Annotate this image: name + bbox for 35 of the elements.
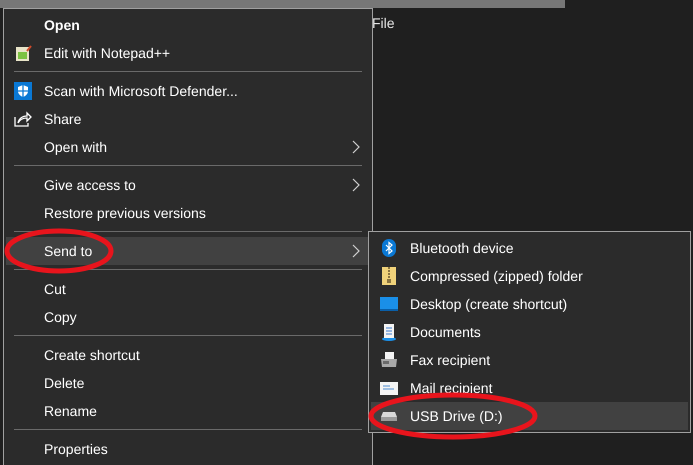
chevron-icon [352, 178, 360, 192]
shield-icon [14, 82, 32, 100]
menu-item[interactable]: Share [6, 105, 370, 133]
menu-item[interactable]: Rename [6, 397, 370, 425]
menu-item[interactable]: Open [6, 11, 370, 39]
menu-item[interactable]: Create shortcut [6, 341, 370, 369]
menu-item[interactable]: Scan with Microsoft Defender... [6, 77, 370, 105]
menu-item[interactable]: Mail recipient [371, 374, 688, 402]
zipped-folder-icon [382, 267, 396, 285]
menu-item[interactable]: Copy [6, 303, 370, 331]
share-icon [14, 111, 32, 127]
menu-item[interactable]: Compressed (zipped) folder [371, 262, 688, 290]
menu-item[interactable]: Edit with Notepad++ [6, 39, 370, 67]
menu-item[interactable]: Properties [6, 435, 370, 463]
menu-item[interactable]: Restore previous versions [6, 199, 370, 227]
menu-item[interactable]: Open with [6, 133, 370, 161]
chevron-icon [352, 244, 360, 258]
menu-item[interactable]: Bluetooth device [371, 234, 688, 262]
menu-item[interactable]: USB Drive (D:) [371, 402, 688, 430]
menu-item[interactable]: Cut [6, 275, 370, 303]
documents-icon [381, 323, 397, 341]
menu-item[interactable]: Desktop (create shortcut) [371, 290, 688, 318]
menu-item[interactable]: Send to [6, 237, 370, 265]
menu-item[interactable]: Documents [371, 318, 688, 346]
menu-item[interactable]: Give access to [6, 171, 370, 199]
desktop-icon [380, 297, 398, 311]
menu-item[interactable]: Delete [6, 369, 370, 397]
chevron-icon [352, 140, 360, 154]
drive-icon [380, 411, 398, 421]
notepad-icon [14, 44, 32, 62]
menu-item[interactable]: Fax recipient [371, 346, 688, 374]
column-header-text: File [372, 15, 395, 31]
fax-icon [380, 352, 398, 368]
mail-icon [380, 382, 398, 394]
bluetooth-icon [382, 239, 396, 257]
